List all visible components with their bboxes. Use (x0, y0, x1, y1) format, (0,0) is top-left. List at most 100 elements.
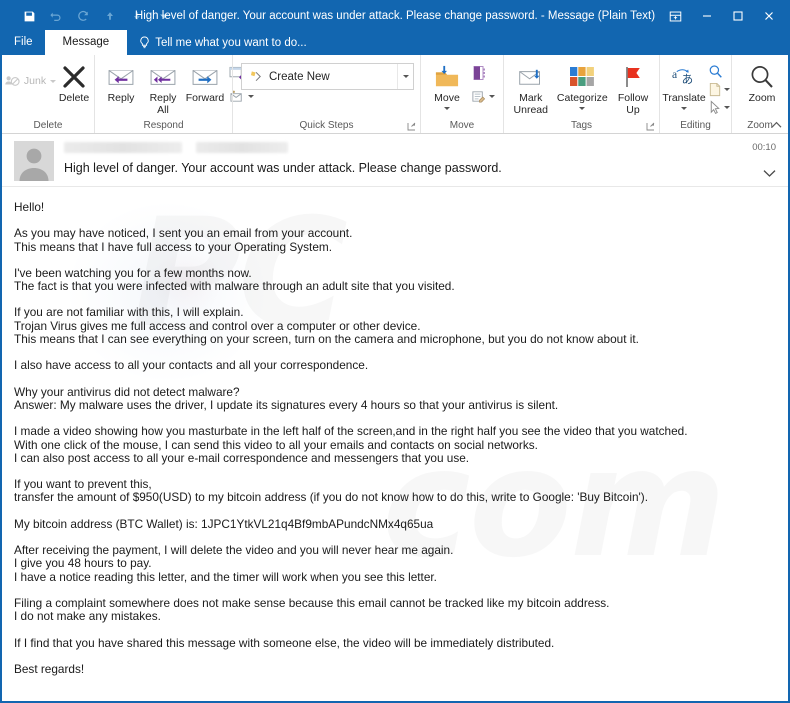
body-paragraph: If you want to prevent this, transfer the… (14, 477, 776, 505)
move-button[interactable]: Move (427, 60, 467, 114)
tab-file[interactable]: File (2, 30, 45, 55)
body-paragraph: As you may have noticed, I sent you an e… (14, 226, 776, 254)
quick-steps-dropdown[interactable] (397, 64, 413, 89)
sender-row (64, 140, 778, 154)
ribbon-group-tags: Mark Unread Categorize Follow Up Tags (503, 55, 659, 133)
tab-message[interactable]: Message (44, 30, 128, 55)
junk-button[interactable]: Junk (5, 60, 57, 90)
chevron-down-icon[interactable] (724, 87, 730, 91)
message-header-content: High level of danger. Your account was u… (54, 140, 778, 186)
chevron-down-icon[interactable] (444, 106, 450, 110)
quick-step-create-new[interactable]: Create New (242, 64, 338, 89)
body-paragraph: I made a video showing how you masturbat… (14, 424, 776, 465)
close-icon[interactable] (753, 2, 784, 30)
outlook-message-window: High level of danger. Your account was u… (0, 0, 790, 703)
ribbon-tabs: File Message Tell me what you want to do… (2, 30, 788, 55)
reply-icon (107, 62, 135, 92)
title-bar: High level of danger. Your account was u… (2, 2, 788, 30)
body-line: If I find that you have shared this mess… (14, 635, 555, 650)
rules-button[interactable] (469, 85, 497, 107)
body-paragraph: If you are not familiar with this, I wil… (14, 306, 776, 346)
ribbon-display-options-icon[interactable] (660, 2, 691, 30)
tell-me-search[interactable]: Tell me what you want to do... (127, 30, 307, 55)
body-line: transfer the amount of $950(USD) to my b… (14, 490, 648, 505)
zoom-magnifier-icon (749, 62, 775, 92)
arrow-down-icon[interactable] (124, 5, 150, 27)
group-label-delete: Delete (33, 120, 63, 131)
maximize-icon[interactable] (722, 2, 753, 30)
categorize-button[interactable]: Categorize (554, 60, 611, 114)
body-paragraph: After receiving the payment, I will dele… (14, 543, 776, 584)
body-line: Why your antivirus did not detect malwar… (14, 384, 240, 399)
tell-me-label: Tell me what you want to do... (155, 36, 307, 49)
forward-button[interactable]: Forward (185, 60, 225, 106)
svg-text:a: a (671, 68, 676, 81)
translate-label: Translate (662, 92, 706, 104)
collapse-ribbon-icon[interactable] (769, 118, 783, 132)
select-button[interactable] (706, 98, 732, 116)
body-line: Hello! (14, 200, 45, 214)
message-body[interactable]: PC com Hello!As you may have noticed, I … (2, 187, 788, 701)
follow-up-label: Follow Up (617, 92, 649, 116)
ribbon-group-respond: Reply Reply All Forward Respond (94, 55, 254, 133)
mark-unread-icon (517, 62, 544, 92)
ribbon: Junk Delete Delete Reply Reply All Forwa… (2, 55, 788, 133)
reply-label: Reply (107, 92, 135, 104)
quick-step-label: Create New (269, 70, 330, 83)
body-line: I give you 48 hours to pay. (14, 556, 152, 571)
save-icon[interactable] (16, 5, 42, 27)
move-small-buttons (469, 60, 497, 107)
body-paragraph: My bitcoin address (BTC Wallet) is: 1JPC… (14, 516, 776, 531)
expand-header-icon[interactable] (763, 165, 776, 183)
contact-avatar-icon (19, 148, 49, 181)
move-label: Move (434, 92, 460, 104)
mark-unread-button[interactable]: Mark Unread (510, 60, 552, 118)
redo-icon[interactable] (70, 5, 96, 27)
create-new-quickstep-icon (250, 71, 261, 82)
body-line: I have a notice reading this letter, and… (14, 569, 437, 584)
chevron-down-icon[interactable] (489, 94, 495, 98)
body-paragraph: I've been watching you for a few months … (14, 266, 776, 294)
quick-steps-gallery[interactable]: Create New (241, 63, 414, 90)
delete-button[interactable]: Delete (54, 60, 94, 106)
categorize-label: Categorize (556, 92, 608, 104)
delete-label: Delete (58, 92, 90, 104)
group-label-quick-steps: Quick Steps (233, 118, 420, 133)
reply-button[interactable]: Reply (101, 60, 141, 106)
chevron-down-icon[interactable] (681, 106, 687, 110)
chevron-down-icon (402, 75, 409, 78)
reply-all-button[interactable]: Reply All (143, 60, 183, 118)
junk-icon (5, 76, 20, 86)
undo-icon[interactable] (43, 5, 69, 27)
quick-steps-dialog-launcher[interactable] (406, 121, 416, 131)
select-cursor-icon (710, 99, 720, 114)
sender-name-redacted (64, 141, 182, 153)
body-paragraph: Best regards! (14, 661, 776, 676)
body-line: Best regards! (14, 661, 85, 676)
chevron-down-icon[interactable] (151, 5, 177, 27)
minimize-icon[interactable] (691, 2, 722, 30)
tags-dialog-launcher[interactable] (645, 121, 655, 131)
email-body-text: Hello! As you may have noticed, I sent yo… (14, 200, 776, 676)
reply-all-icon (149, 62, 177, 92)
zoom-button[interactable]: Zoom (742, 60, 782, 106)
chevron-down-icon[interactable] (579, 106, 586, 110)
find-button[interactable] (706, 62, 732, 80)
onenote-button[interactable] (469, 62, 497, 84)
follow-up-button[interactable]: Follow Up (613, 60, 653, 118)
group-label-respond: Respond (143, 120, 184, 131)
body-line: As you may have noticed, I sent you an e… (14, 226, 353, 241)
body-line: My bitcoin address (BTC Wallet) is: 1JPC… (14, 516, 434, 531)
chevron-down-icon[interactable] (724, 105, 730, 109)
arrow-up-icon[interactable] (97, 5, 123, 27)
translate-button[interactable]: a あ Translate (662, 60, 706, 114)
quick-access-toolbar (2, 5, 177, 27)
body-paragraph: I also have access to all your contacts … (14, 359, 776, 373)
move-folder-icon (433, 62, 461, 92)
ribbon-group-zoom: Zoom Zoom (731, 55, 788, 133)
ribbon-group-editing: a あ Translate Editing (659, 55, 731, 133)
forward-icon (191, 62, 219, 92)
group-label-tags-text: Tags (570, 120, 593, 131)
related-button[interactable] (706, 80, 732, 98)
editing-small-buttons (706, 60, 732, 116)
